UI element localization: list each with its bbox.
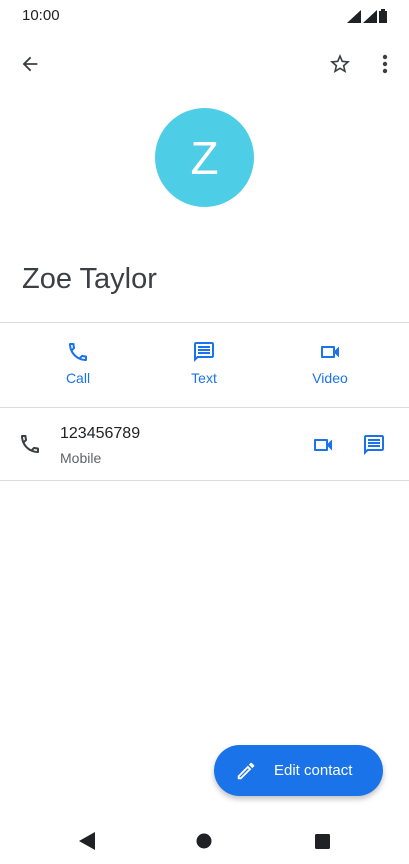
- quick-actions: Call Text Video: [0, 324, 409, 407]
- edit-contact-label: Edit contact: [274, 762, 353, 779]
- square-recents-icon: [314, 833, 330, 849]
- message-icon: [364, 435, 384, 455]
- avatar: Z: [155, 108, 254, 207]
- status-time: 10:00: [22, 7, 60, 24]
- text-button[interactable]: Text: [159, 340, 249, 394]
- triangle-back-icon: [79, 832, 95, 850]
- nav-back-button[interactable]: [72, 826, 102, 856]
- send-message-button[interactable]: [359, 430, 389, 460]
- back-button[interactable]: [10, 44, 50, 84]
- edit-contact-button[interactable]: Edit contact: [214, 745, 383, 796]
- divider: [0, 480, 409, 481]
- avatar-letter: Z: [190, 131, 219, 184]
- battery-icon: [379, 9, 387, 23]
- phone-icon: [69, 343, 87, 361]
- phone-number: 123456789: [60, 425, 141, 442]
- nav-home-button[interactable]: [189, 826, 219, 856]
- signal-icon: [347, 10, 361, 23]
- status-bar: 10:00: [0, 0, 409, 32]
- nav-recents-button[interactable]: [307, 826, 337, 856]
- divider: [0, 322, 409, 323]
- video-call-button[interactable]: [308, 430, 338, 460]
- message-icon: [194, 342, 214, 362]
- app-bar: [0, 40, 409, 88]
- circle-home-icon: [196, 833, 212, 849]
- system-nav-bar: [0, 816, 409, 864]
- contact-name: Zoe Taylor: [22, 263, 157, 295]
- phone-number-row[interactable]: 123456789 Mobile: [0, 408, 409, 480]
- phone-type: Mobile: [60, 450, 102, 466]
- pencil-icon: [234, 759, 258, 783]
- signal-icon-2: [363, 10, 377, 23]
- video-icon: [321, 346, 339, 358]
- arrow-back-icon: [22, 56, 38, 72]
- star-outline-icon: [330, 54, 350, 73]
- phone-row-icon: [18, 432, 42, 461]
- more-vert-icon: [382, 54, 388, 74]
- call-label: Call: [65, 370, 91, 386]
- video-icon: [314, 439, 332, 451]
- more-options-button[interactable]: [365, 44, 405, 84]
- status-icons: [347, 9, 387, 23]
- video-button[interactable]: Video: [285, 340, 375, 394]
- video-label: Video: [312, 370, 348, 386]
- call-button[interactable]: Call: [33, 340, 123, 394]
- phone-outline-icon: [21, 435, 39, 453]
- text-label: Text: [191, 370, 217, 386]
- favorite-button[interactable]: [320, 44, 360, 84]
